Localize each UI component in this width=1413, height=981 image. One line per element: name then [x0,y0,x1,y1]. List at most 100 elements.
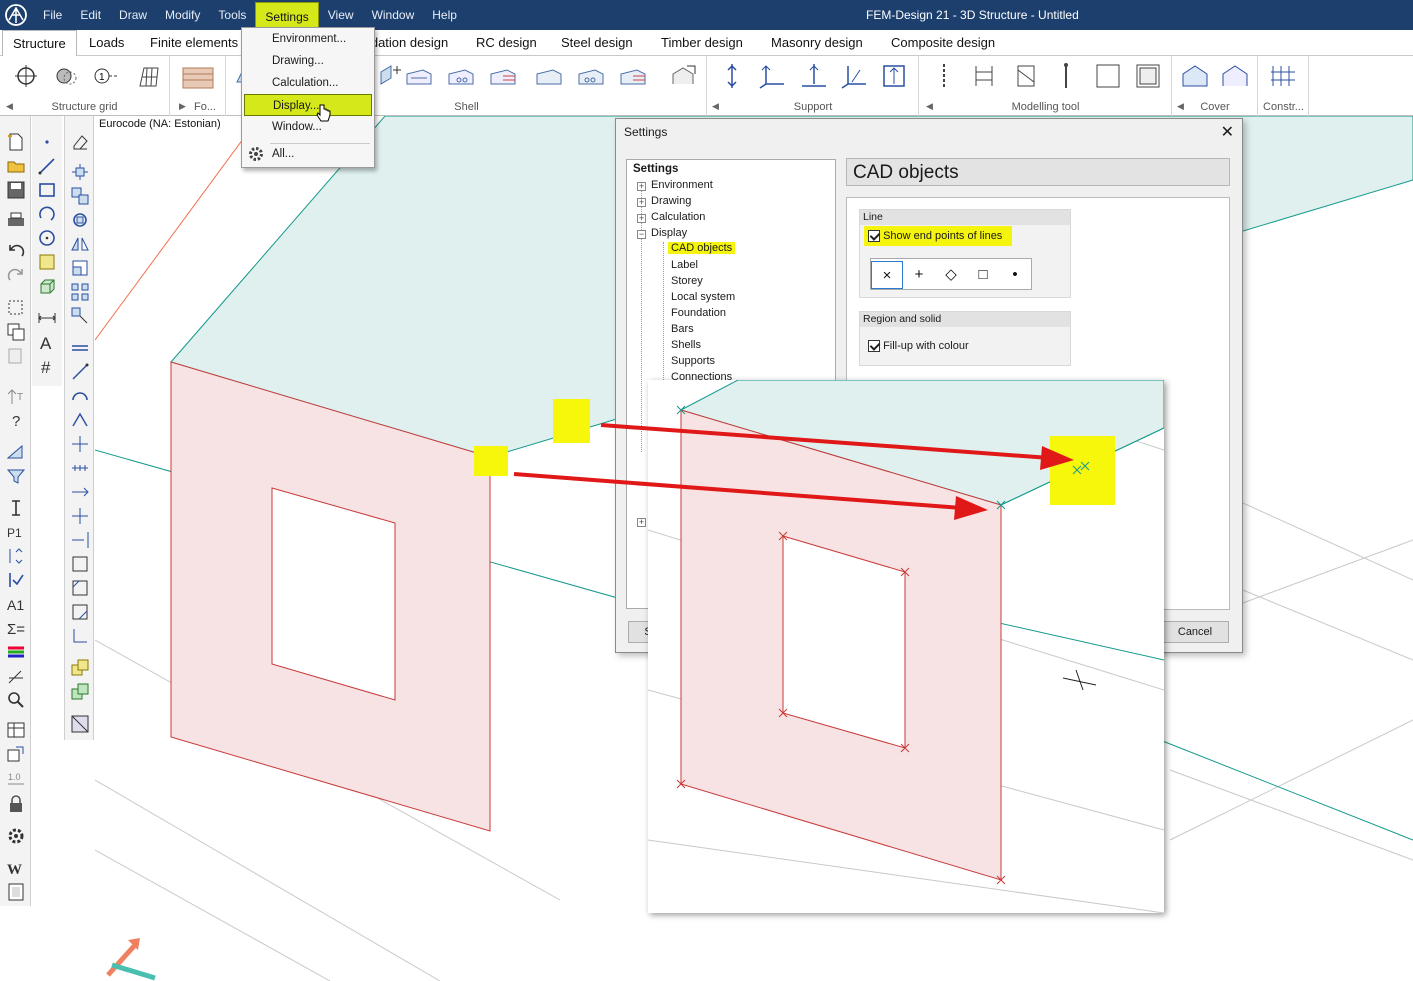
layers-icon[interactable] [6,642,26,662]
help-arrow-icon[interactable]: T [6,386,26,406]
tree-item-supports[interactable]: Supports [671,355,715,367]
menu-item-window[interactable]: Window... [242,116,374,138]
diaphragm-icon[interactable] [1012,62,1040,90]
section-icon[interactable] [70,714,90,734]
tab-steel-design[interactable]: Steel design [561,30,633,56]
draw-point-icon[interactable] [37,132,57,152]
chamfer-icon[interactable] [70,554,90,574]
tree-item-environment[interactable]: Environment [651,179,713,191]
draw-dimension-icon[interactable] [37,308,57,328]
menu-item-all[interactable]: All... [242,143,374,165]
move-icon[interactable] [70,162,90,182]
tree-item-shells[interactable]: Shells [671,339,701,351]
menu-edit[interactable]: Edit [71,0,110,30]
fill-up-colour-checkbox[interactable]: Fill-up with colour [868,340,969,353]
edit-icon[interactable] [6,666,26,686]
tab-finite-elements[interactable]: Finite elements [150,30,238,56]
sum-icon[interactable]: Σ= [6,618,26,638]
tree-item-local-system[interactable]: Local system [671,291,735,303]
select-icon[interactable] [6,298,26,318]
label-a1-icon[interactable]: A1 [6,594,26,614]
menu-item-calculation[interactable]: Calculation... [242,72,374,94]
fillet-icon[interactable] [70,578,90,598]
marker-dot-option[interactable]: • [999,261,1031,289]
draw-circle-icon[interactable] [37,228,57,248]
menu-item-display[interactable]: Display... [244,94,372,116]
offset-icon[interactable] [70,338,90,358]
menu-view[interactable]: View [319,0,363,30]
join-icon[interactable] [70,482,90,502]
document-icon[interactable] [6,882,26,902]
marker-square-option[interactable]: □ [967,261,999,289]
plane-icon[interactable] [6,442,26,462]
lock-icon[interactable] [6,794,26,814]
tab-rc-design[interactable]: RC design [476,30,537,56]
collapse-icon[interactable]: − [637,230,646,239]
point-support-icon[interactable] [718,62,746,90]
menu-window[interactable]: Window [363,0,424,30]
line-support-2-icon[interactable] [840,62,868,90]
cancel-button[interactable]: Cancel [1161,621,1229,643]
tree-item-foundation[interactable]: Foundation [671,307,726,319]
region-2-icon[interactable] [1134,62,1162,90]
tab-masonry-design[interactable]: Masonry design [771,30,863,56]
region-icon[interactable] [1094,62,1122,90]
surface-support-icon[interactable] [880,62,908,90]
menu-item-drawing[interactable]: Drawing... [242,50,374,72]
axis-modify-icon[interactable] [70,626,90,646]
shell-clt-icon[interactable] [489,62,517,90]
trim-icon[interactable] [70,506,90,526]
grid-point-icon[interactable] [52,62,80,90]
shell-hollow-icon[interactable] [577,62,605,90]
marker-diamond-option[interactable]: ◇ [935,261,967,289]
tab-structure[interactable]: Structure [2,30,77,56]
open-file-icon[interactable] [6,156,26,176]
tab-timber-design[interactable]: Timber design [661,30,743,56]
align-icon[interactable] [70,602,90,622]
undo-icon[interactable] [6,242,26,262]
split-icon[interactable] [70,434,90,454]
divide-icon[interactable] [70,458,90,478]
show-end-points-checkbox[interactable]: Show end points of lines [864,226,1013,247]
point-support-2-icon[interactable] [758,62,786,90]
menu-modify[interactable]: Modify [156,0,209,30]
draw-solid-icon[interactable] [37,276,57,296]
shell-profiled-icon[interactable] [405,62,433,90]
expand-icon[interactable]: + [637,182,646,191]
tab-composite-design[interactable]: Composite design [891,30,995,56]
tree-item-label[interactable]: Label [671,259,698,271]
scale-object-icon[interactable] [70,258,90,278]
marker-cross-option[interactable]: × [871,261,903,289]
tab-loads[interactable]: Loads [89,30,124,56]
paste-icon[interactable] [6,346,26,366]
copy-object-icon[interactable] [70,186,90,206]
draw-line-icon[interactable] [37,156,57,176]
ungroup-icon[interactable] [70,682,90,702]
draw-text-icon[interactable]: A [37,332,57,352]
new-file-icon[interactable] [6,132,26,152]
menu-tools[interactable]: Tools [209,0,255,30]
table-icon[interactable] [6,720,26,740]
tree-item-calculation[interactable]: Calculation [651,211,705,223]
fictitious-bar-icon[interactable] [930,62,958,90]
scale-icon[interactable]: 1.0 [6,768,26,788]
dimension-icon[interactable] [6,498,26,518]
close-icon[interactable]: ✕ [1221,122,1234,142]
w-icon[interactable]: W [6,858,26,878]
draw-region-icon[interactable] [37,252,57,272]
axis-icon[interactable]: 1 [92,62,120,90]
tree-item-drawing[interactable]: Drawing [651,195,691,207]
array-icon[interactable] [70,282,90,302]
extend-edge-icon[interactable] [70,530,90,550]
checkbox-checked-icon[interactable] [868,340,880,353]
zoom-icon[interactable] [6,690,26,710]
app-logo-icon[interactable] [4,3,28,27]
draw-rectangle-icon[interactable] [37,180,57,200]
point-icon[interactable] [12,62,40,90]
text-p1-icon[interactable]: P1 [6,522,26,542]
shell-timber-icon[interactable] [447,62,475,90]
line-support-icon[interactable] [800,62,828,90]
menu-file[interactable]: File [34,0,71,30]
tree-item-display[interactable]: Display [651,227,687,239]
menu-item-environment[interactable]: Environment... [242,28,374,50]
